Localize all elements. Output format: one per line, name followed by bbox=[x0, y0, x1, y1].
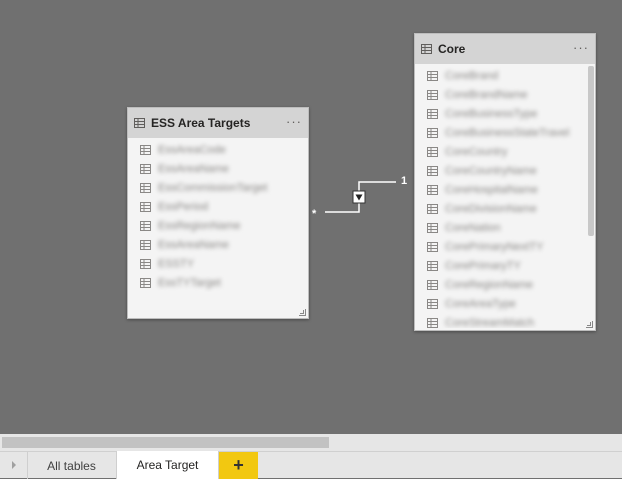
field-icon bbox=[427, 146, 438, 157]
table-icon bbox=[134, 118, 145, 128]
field-item[interactable]: CoreDivisionName bbox=[415, 199, 595, 218]
layout-tab-bar: All tables Area Target + bbox=[0, 451, 622, 479]
field-item[interactable]: CoreStreamMatch bbox=[415, 313, 595, 328]
relationship-many-label: * bbox=[312, 208, 317, 220]
more-options-button[interactable]: ··· bbox=[286, 115, 302, 129]
model-canvas[interactable]: ESS Area Targets ··· EssAreaCode EssAreaN… bbox=[0, 0, 622, 434]
field-item[interactable]: CoreCountryName bbox=[415, 161, 595, 180]
field-item[interactable]: CorePrimaryTY bbox=[415, 256, 595, 275]
field-icon bbox=[140, 258, 151, 269]
field-icon bbox=[427, 108, 438, 119]
field-icon bbox=[427, 127, 438, 138]
table-title: Core bbox=[438, 42, 466, 56]
field-item[interactable]: EssAreaCode bbox=[128, 140, 308, 159]
tab-all-tables[interactable]: All tables bbox=[28, 452, 115, 479]
field-name: ESSTY bbox=[158, 257, 195, 270]
field-icon bbox=[427, 184, 438, 195]
field-icon bbox=[140, 144, 151, 155]
field-icon bbox=[427, 298, 438, 309]
field-name: CoreAreaType bbox=[445, 297, 516, 310]
field-name: CoreDivisionName bbox=[445, 202, 537, 215]
vertical-scrollbar-thumb[interactable] bbox=[588, 66, 594, 236]
field-name: CoreBusinessType bbox=[445, 107, 538, 120]
field-item[interactable]: CoreBrandName bbox=[415, 85, 595, 104]
field-item[interactable]: CoreBusinessType bbox=[415, 104, 595, 123]
field-name: CoreStreamMatch bbox=[445, 316, 535, 329]
field-item[interactable]: CoreRegionName bbox=[415, 275, 595, 294]
field-name: EssRegionName bbox=[158, 219, 241, 232]
field-list: EssAreaCode EssAreaName EssCommissionTarge… bbox=[128, 138, 308, 292]
field-name: EssAreaName bbox=[158, 238, 229, 251]
field-item[interactable]: CoreBusinessStateTravel bbox=[415, 123, 595, 142]
field-icon bbox=[140, 182, 151, 193]
field-icon bbox=[427, 203, 438, 214]
field-item[interactable]: EssAreaName bbox=[128, 159, 308, 178]
field-icon bbox=[140, 277, 151, 288]
field-item[interactable]: CoreNation bbox=[415, 218, 595, 237]
field-name: CoreBusinessStateTravel bbox=[445, 126, 570, 139]
field-icon bbox=[140, 201, 151, 212]
field-icon bbox=[427, 317, 438, 328]
field-item[interactable]: CorePrimaryNextTY bbox=[415, 237, 595, 256]
more-options-button[interactable]: ··· bbox=[573, 41, 589, 55]
tab-area-target[interactable]: Area Target bbox=[116, 451, 219, 479]
field-icon bbox=[427, 241, 438, 252]
table-header[interactable]: Core ··· bbox=[415, 34, 595, 64]
field-name: CorePrimaryNextTY bbox=[445, 240, 544, 253]
field-name: CoreBrand bbox=[445, 69, 499, 82]
field-name: EssTYTarget bbox=[158, 276, 221, 289]
field-item[interactable]: EssPeriod bbox=[128, 197, 308, 216]
field-name: CorePrimaryTY bbox=[445, 259, 521, 272]
field-item[interactable]: EssAreaName bbox=[128, 235, 308, 254]
field-icon bbox=[427, 70, 438, 81]
field-item[interactable]: EssRegionName bbox=[128, 216, 308, 235]
resize-handle[interactable] bbox=[586, 321, 593, 328]
relationship-one-label: 1 bbox=[401, 175, 408, 187]
field-item[interactable]: CoreAreaType bbox=[415, 294, 595, 313]
field-item[interactable]: CoreCountry bbox=[415, 142, 595, 161]
field-name: EssAreaCode bbox=[158, 143, 226, 156]
field-item[interactable]: CoreHospitalName bbox=[415, 180, 595, 199]
table-title: ESS Area Targets bbox=[151, 116, 251, 130]
field-item[interactable]: EssTYTarget bbox=[128, 273, 308, 292]
vertical-scrollbar[interactable] bbox=[588, 66, 594, 320]
table-card-core[interactable]: Core ··· CoreBrand CoreBrandName CoreBusin… bbox=[414, 33, 596, 331]
table-icon bbox=[421, 44, 432, 54]
field-icon bbox=[140, 163, 151, 174]
field-name: CoreCountryName bbox=[445, 164, 537, 177]
field-name: EssAreaName bbox=[158, 162, 229, 175]
field-name: EssPeriod bbox=[158, 200, 209, 213]
scroll-left-icon[interactable] bbox=[12, 461, 16, 469]
field-icon bbox=[140, 220, 151, 231]
field-list: CoreBrand CoreBrandName CoreBusinessType Co… bbox=[415, 64, 595, 328]
field-name: CoreRegionName bbox=[445, 278, 534, 291]
field-item[interactable]: EssCommissionTarget bbox=[128, 178, 308, 197]
field-item[interactable]: ESSTY bbox=[128, 254, 308, 273]
field-name: CoreNation bbox=[445, 221, 501, 234]
field-icon bbox=[427, 222, 438, 233]
field-icon bbox=[427, 260, 438, 271]
horizontal-scrollbar[interactable] bbox=[0, 434, 622, 451]
field-icon bbox=[427, 165, 438, 176]
horizontal-scrollbar-thumb[interactable] bbox=[2, 437, 329, 448]
resize-handle[interactable] bbox=[299, 309, 306, 316]
field-icon bbox=[427, 279, 438, 290]
add-layout-button[interactable]: + bbox=[219, 452, 258, 479]
field-icon bbox=[427, 89, 438, 100]
field-name: CoreCountry bbox=[445, 145, 508, 158]
field-name: CoreHospitalName bbox=[445, 183, 538, 196]
field-item[interactable]: CoreBrand bbox=[415, 66, 595, 85]
table-card-ess-area-targets[interactable]: ESS Area Targets ··· EssAreaCode EssAreaN… bbox=[127, 107, 309, 319]
field-name: CoreBrandName bbox=[445, 88, 528, 101]
field-icon bbox=[140, 239, 151, 250]
field-name: EssCommissionTarget bbox=[158, 181, 268, 194]
table-header[interactable]: ESS Area Targets ··· bbox=[128, 108, 308, 138]
